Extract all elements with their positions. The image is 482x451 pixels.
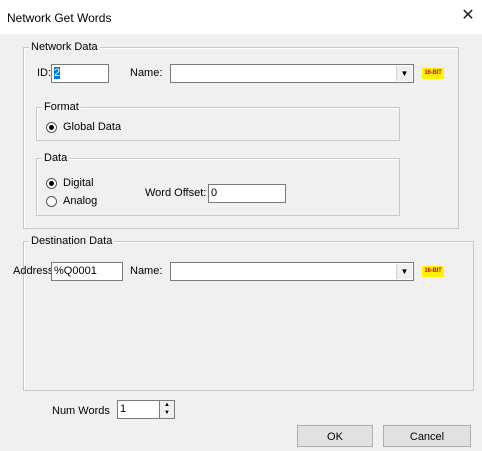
network-name-combo[interactable]: ▼ xyxy=(170,64,414,83)
address-field[interactable]: %Q0001 xyxy=(51,262,123,281)
data-legend: Data xyxy=(42,151,70,165)
chevron-down-icon[interactable]: ▼ xyxy=(396,264,412,279)
address-label: Address: xyxy=(13,265,57,277)
network-data-group: Network Data ID: 2 Name: ▼ 16-BIT Format… xyxy=(23,40,459,229)
format-legend: Format xyxy=(42,100,81,114)
data-group: Data Digital Analog Word Offset: 0 xyxy=(36,151,400,216)
word-offset-label: Word Offset: xyxy=(145,187,207,199)
spin-up-icon[interactable]: ▲ xyxy=(160,401,174,409)
num-words-value: 1 xyxy=(120,403,127,415)
spin-down-icon[interactable]: ▼ xyxy=(160,409,174,417)
address-value: %Q0001 xyxy=(54,265,97,277)
digital-radio[interactable] xyxy=(46,178,57,189)
close-icon[interactable]: ✕ xyxy=(458,6,478,26)
word-offset-value: 0 xyxy=(211,187,218,199)
digital-label[interactable]: Digital xyxy=(63,176,94,190)
num-words-spinner[interactable]: ▲ ▼ xyxy=(160,400,175,419)
chevron-down-icon[interactable]: ▼ xyxy=(396,66,412,81)
network-data-legend: Network Data xyxy=(29,40,100,54)
destination-data-group: Destination Data Address: %Q0001 Name: ▼… xyxy=(13,234,474,391)
analog-radio[interactable] xyxy=(46,196,57,207)
network-name-label: Name: xyxy=(130,67,163,79)
id-value: 2 xyxy=(54,67,61,79)
window-title: Network Get Words xyxy=(7,11,112,25)
num-words-field[interactable]: 1 xyxy=(117,400,160,419)
id-field[interactable]: 2 xyxy=(51,64,109,83)
format-group: Format Global Data xyxy=(36,100,400,141)
destination-data-legend: Destination Data xyxy=(29,234,115,248)
global-data-radio[interactable] xyxy=(46,122,57,133)
num-words-label: Num Words xyxy=(52,405,110,417)
global-data-label[interactable]: Global Data xyxy=(63,120,121,134)
word-offset-field[interactable]: 0 xyxy=(208,184,286,203)
ok-button[interactable]: OK xyxy=(297,425,373,447)
destination-16bit-badge: 16-BIT xyxy=(422,266,444,277)
id-label: ID: xyxy=(37,67,52,79)
title-bar: Network Get Words ✕ xyxy=(0,0,482,34)
cancel-button[interactable]: Cancel xyxy=(383,425,471,447)
analog-label[interactable]: Analog xyxy=(63,194,97,208)
destination-name-combo[interactable]: ▼ xyxy=(170,262,414,281)
destination-name-label: Name: xyxy=(130,265,163,277)
network-16bit-badge: 16-BIT xyxy=(422,68,444,79)
